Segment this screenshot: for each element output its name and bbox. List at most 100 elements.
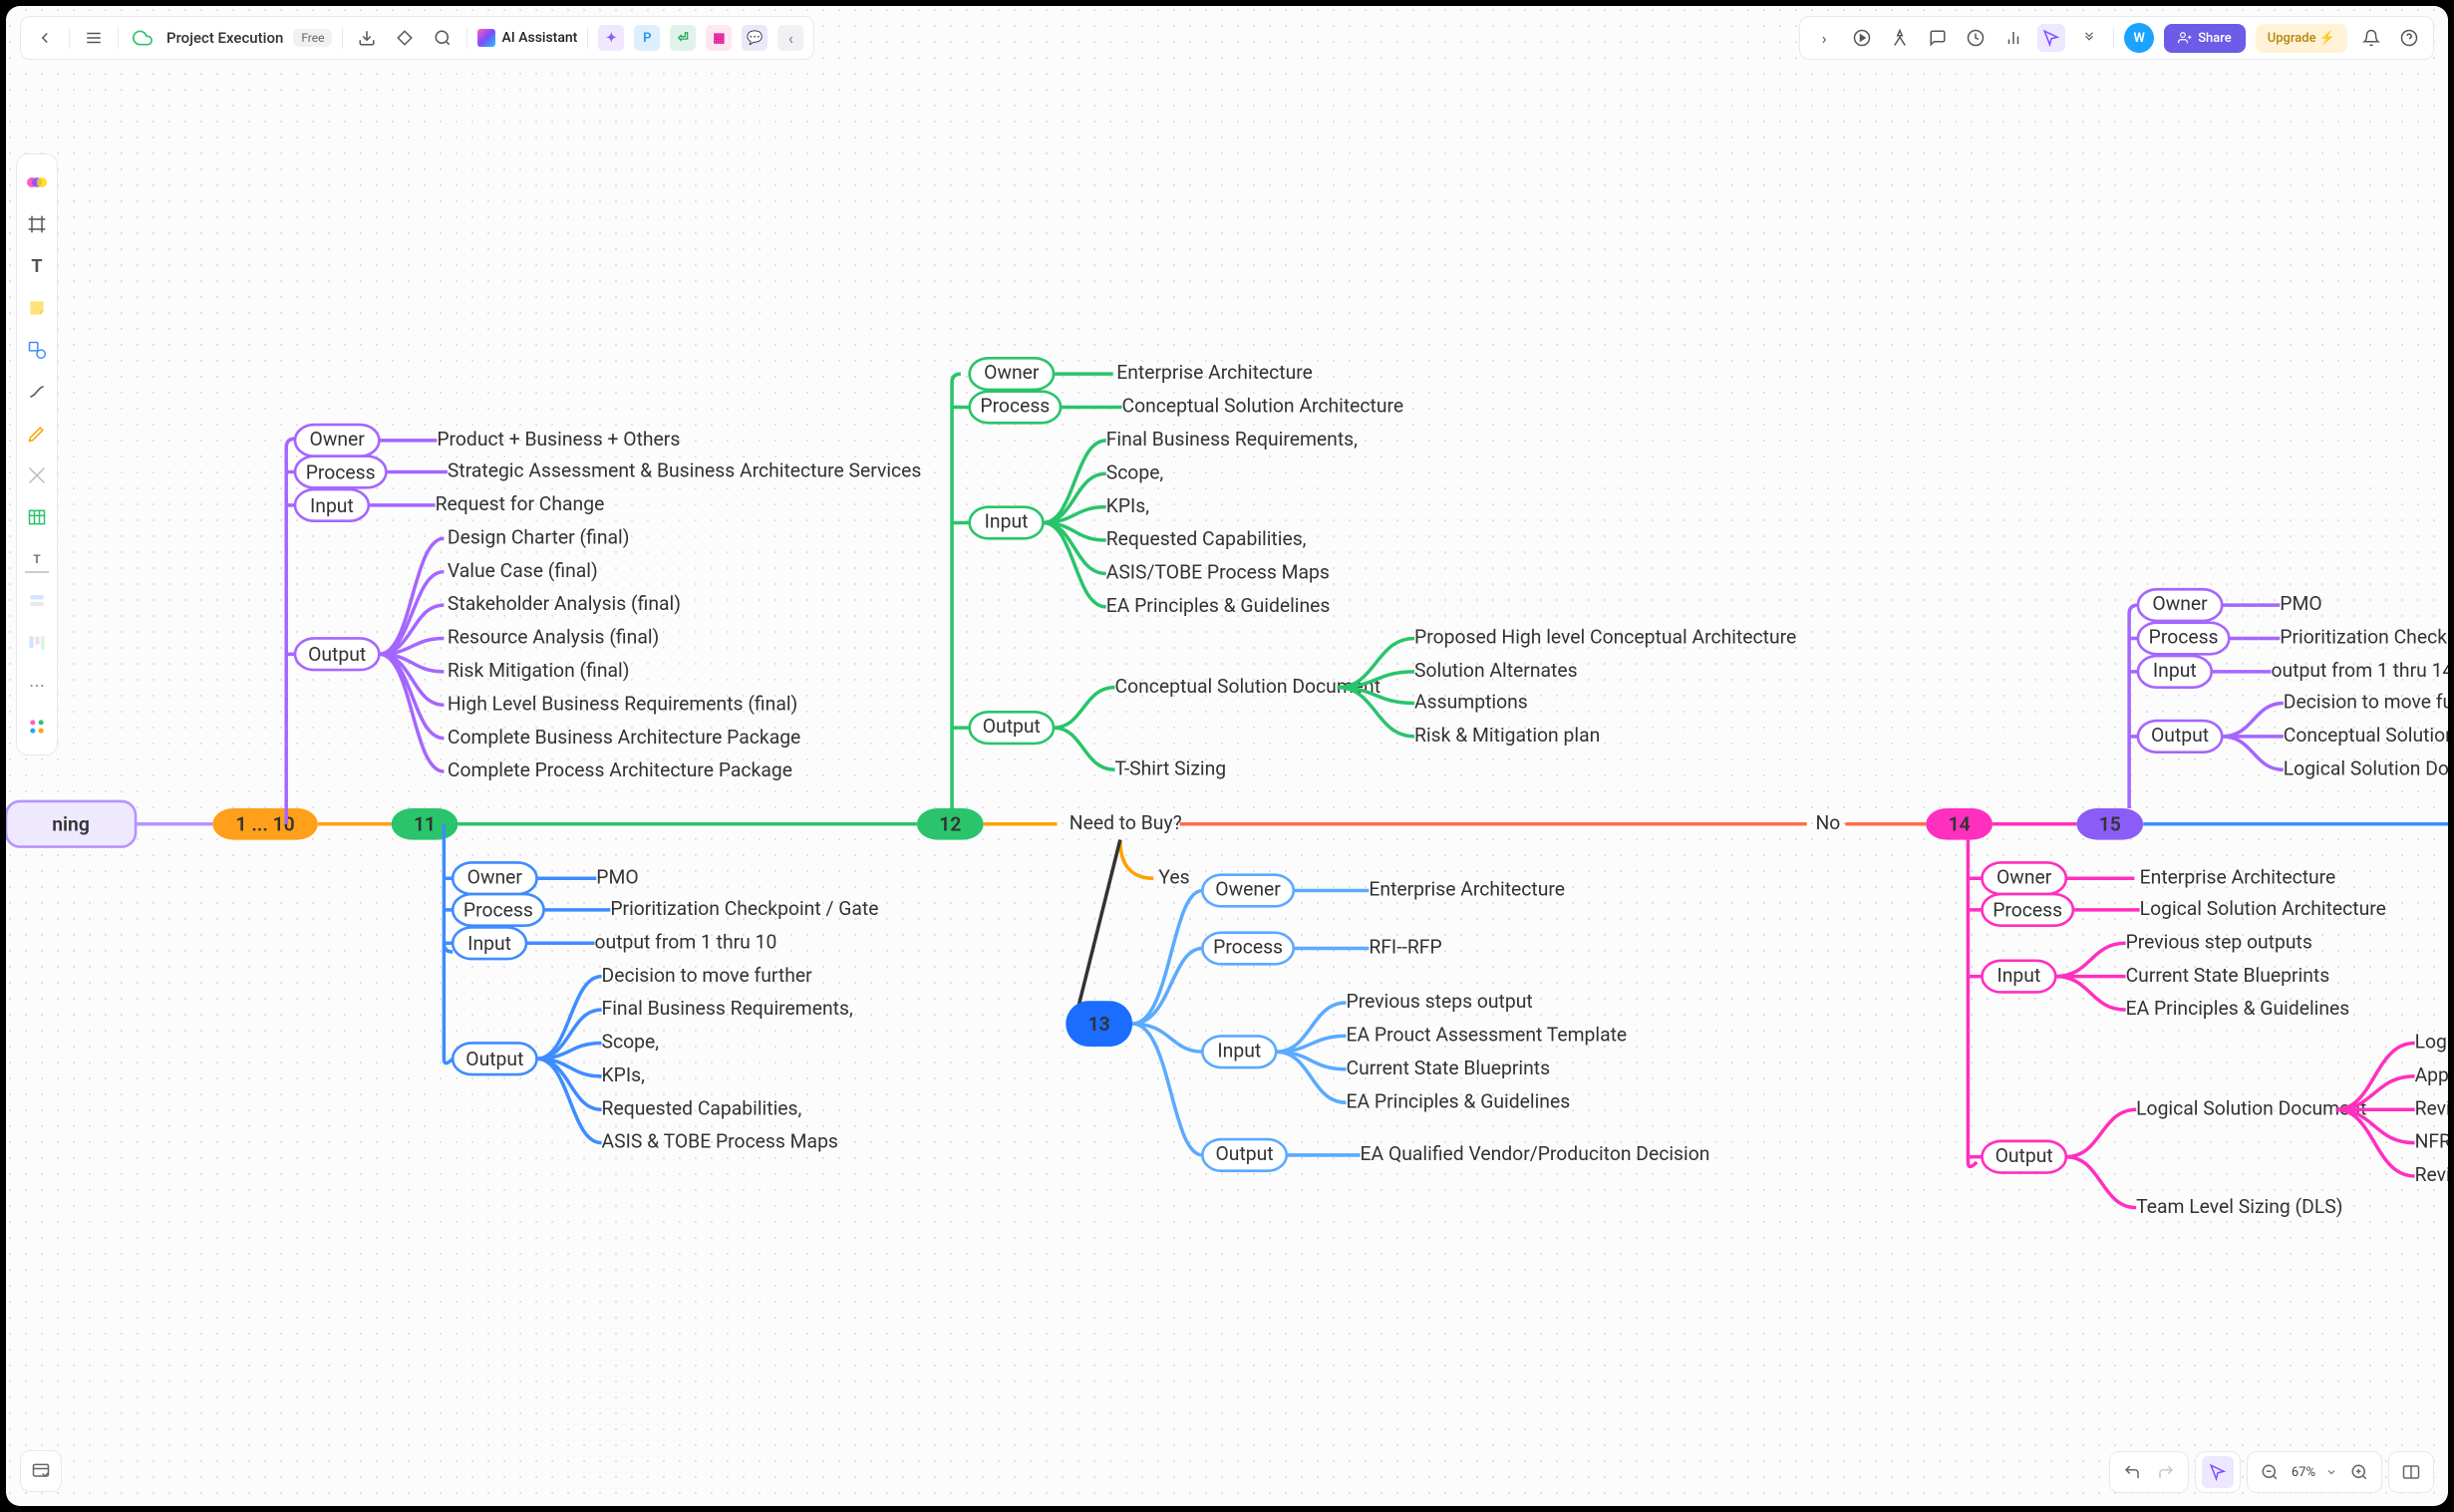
svg-text:Logical Solution Architecture: Logical Solution Architecture <box>2140 897 2386 920</box>
node-14[interactable]: 14 <box>1926 808 1993 840</box>
svg-text:Enterprise Architecture: Enterprise Architecture <box>1116 361 1313 384</box>
more-toolbar-button[interactable] <box>2075 24 2103 52</box>
svg-text:Request for Change: Request for Change <box>436 492 605 515</box>
svg-text:Enterprise Architecture: Enterprise Architecture <box>1369 878 1565 901</box>
chip-chat[interactable]: 💬 <box>742 25 767 51</box>
svg-text:KPIs,: KPIs, <box>602 1063 645 1086</box>
svg-text:Solution Alternates: Solution Alternates <box>1414 659 1578 682</box>
style-icon[interactable] <box>21 166 53 198</box>
help-button[interactable] <box>2395 24 2423 52</box>
zoom-out-button[interactable] <box>2254 1456 2286 1488</box>
search-button[interactable] <box>429 24 457 52</box>
chip-enter[interactable]: ⏎ <box>670 25 696 51</box>
node-15[interactable]: 15 <box>2076 808 2143 840</box>
chip-p[interactable]: P <box>634 25 660 51</box>
svg-text:Complete Business Architecture: Complete Business Architecture Package <box>448 726 800 749</box>
history-button[interactable] <box>1962 24 1990 52</box>
svg-text:11: 11 <box>414 813 436 836</box>
download-button[interactable] <box>353 24 381 52</box>
zoom-in-button[interactable] <box>2343 1456 2375 1488</box>
menu-button[interactable] <box>80 24 108 52</box>
svg-text:Input: Input <box>1217 1039 1261 1061</box>
more-icon[interactable]: ⋯ <box>21 669 53 701</box>
node-12[interactable]: 12 <box>917 808 984 840</box>
chip-grid[interactable]: ▦ <box>706 25 732 51</box>
chevron-right-icon[interactable]: › <box>1810 24 1838 52</box>
card-icon[interactable] <box>21 585 53 617</box>
template-button[interactable] <box>20 1450 62 1492</box>
shape-icon[interactable] <box>21 334 53 366</box>
svg-text:Input: Input <box>1997 964 2041 987</box>
svg-text:Output: Output <box>1995 1144 2053 1167</box>
share-button[interactable]: Share <box>2164 24 2246 53</box>
svg-text:Design Charter (final): Design Charter (final) <box>448 525 630 548</box>
svg-text:RFI--RFP: RFI--RFP <box>1369 936 1441 959</box>
cloud-sync-icon[interactable] <box>129 24 156 52</box>
svg-text:NFRs: NFRs <box>2415 1130 2448 1153</box>
svg-text:Owner: Owner <box>2152 592 2208 615</box>
svg-text:Prioritization Checkpo: Prioritization Checkpo <box>2280 626 2448 649</box>
svg-text:ASIS & TOBE Process Maps: ASIS & TOBE Process Maps <box>602 1130 838 1153</box>
svg-text:Input: Input <box>985 510 1029 533</box>
chip-collapse[interactable]: ‹ <box>777 25 803 51</box>
svg-text:Decision to move furthe: Decision to move furthe <box>2284 691 2448 714</box>
svg-text:Stakeholder Analysis (final): Stakeholder Analysis (final) <box>448 592 681 615</box>
svg-text:Decision to move further: Decision to move further <box>602 964 813 987</box>
svg-text:Owner: Owner <box>467 865 523 888</box>
zoom-dropdown[interactable] <box>2321 1456 2341 1488</box>
svg-text:13: 13 <box>1088 1013 1110 1036</box>
free-badge: Free <box>293 29 332 47</box>
svg-text:Scope,: Scope, <box>602 1031 660 1054</box>
textbox-icon[interactable]: T <box>21 543 53 575</box>
doc-title[interactable]: Project Execution <box>166 29 283 47</box>
upgrade-button[interactable]: Upgrade ⚡ <box>2256 24 2347 53</box>
minimap-button[interactable] <box>2395 1456 2427 1488</box>
svg-text:EA Principles & Guidelines: EA Principles & Guidelines <box>2126 997 2350 1020</box>
svg-text:T-Shirt Sizing: T-Shirt Sizing <box>1115 756 1227 779</box>
svg-text:Previous steps output: Previous steps output <box>1347 990 1533 1013</box>
kanban-icon[interactable] <box>21 627 53 659</box>
svg-text:Output: Output <box>983 715 1041 738</box>
text-icon[interactable]: T <box>21 250 53 282</box>
node-1-10[interactable]: 1 ... 10 <box>212 808 317 840</box>
node-11[interactable]: 11 <box>392 808 459 840</box>
svg-text:output from 1 thru 10: output from 1 thru 10 <box>595 930 777 953</box>
canvas[interactable]: ning 1 ... 10 11 Owner Product + Bu <box>6 6 2448 1506</box>
central-node[interactable]: ning <box>6 801 212 847</box>
apps-icon[interactable] <box>21 711 53 743</box>
redo-button[interactable] <box>2150 1456 2182 1488</box>
chart-button[interactable] <box>1999 24 2027 52</box>
connector-icon[interactable] <box>21 376 53 408</box>
svg-text:Enterprise Architecture: Enterprise Architecture <box>2140 865 2336 888</box>
tag-button[interactable] <box>391 24 419 52</box>
back-button[interactable] <box>31 24 59 52</box>
frame-icon[interactable] <box>21 208 53 240</box>
ai-assistant-button[interactable]: AI Assistant <box>477 29 577 47</box>
svg-text:Logic: Logic <box>2415 1031 2448 1054</box>
svg-text:Output: Output <box>1216 1142 1274 1165</box>
avatar[interactable]: W <box>2124 23 2154 53</box>
bell-button[interactable] <box>2357 24 2385 52</box>
svg-text:14: 14 <box>1949 813 1971 836</box>
svg-text:EA Principles & Guidelines: EA Principles & Guidelines <box>1106 594 1331 617</box>
svg-text:12: 12 <box>939 813 961 836</box>
svg-text:Prioritization Checkpoint / Ga: Prioritization Checkpoint / Gate <box>610 897 878 920</box>
node-13[interactable]: 13 <box>1066 1001 1132 1047</box>
svg-text:Team Level Sizing (DLS): Team Level Sizing (DLS) <box>2136 1195 2342 1218</box>
table-icon[interactable] <box>21 501 53 533</box>
svg-text:Scope,: Scope, <box>1106 460 1164 483</box>
pointer-mode[interactable] <box>2202 1456 2234 1488</box>
chip-sparkle[interactable]: ✦ <box>598 25 624 51</box>
eraser-icon[interactable] <box>21 459 53 491</box>
undo-button[interactable] <box>2116 1456 2148 1488</box>
ink-button[interactable] <box>1886 24 1914 52</box>
play-button[interactable] <box>1848 24 1876 52</box>
svg-text:Process: Process <box>2149 626 2219 649</box>
comment-button[interactable] <box>1924 24 1952 52</box>
pen-icon[interactable] <box>21 418 53 450</box>
zoom-label[interactable]: 67% <box>2288 1465 2319 1480</box>
sticky-note-icon[interactable] <box>21 292 53 324</box>
svg-text:Process: Process <box>306 460 376 483</box>
cursor-mode-button[interactable] <box>2037 24 2065 52</box>
svg-text:Product + Business + Others: Product + Business + Others <box>437 428 680 451</box>
